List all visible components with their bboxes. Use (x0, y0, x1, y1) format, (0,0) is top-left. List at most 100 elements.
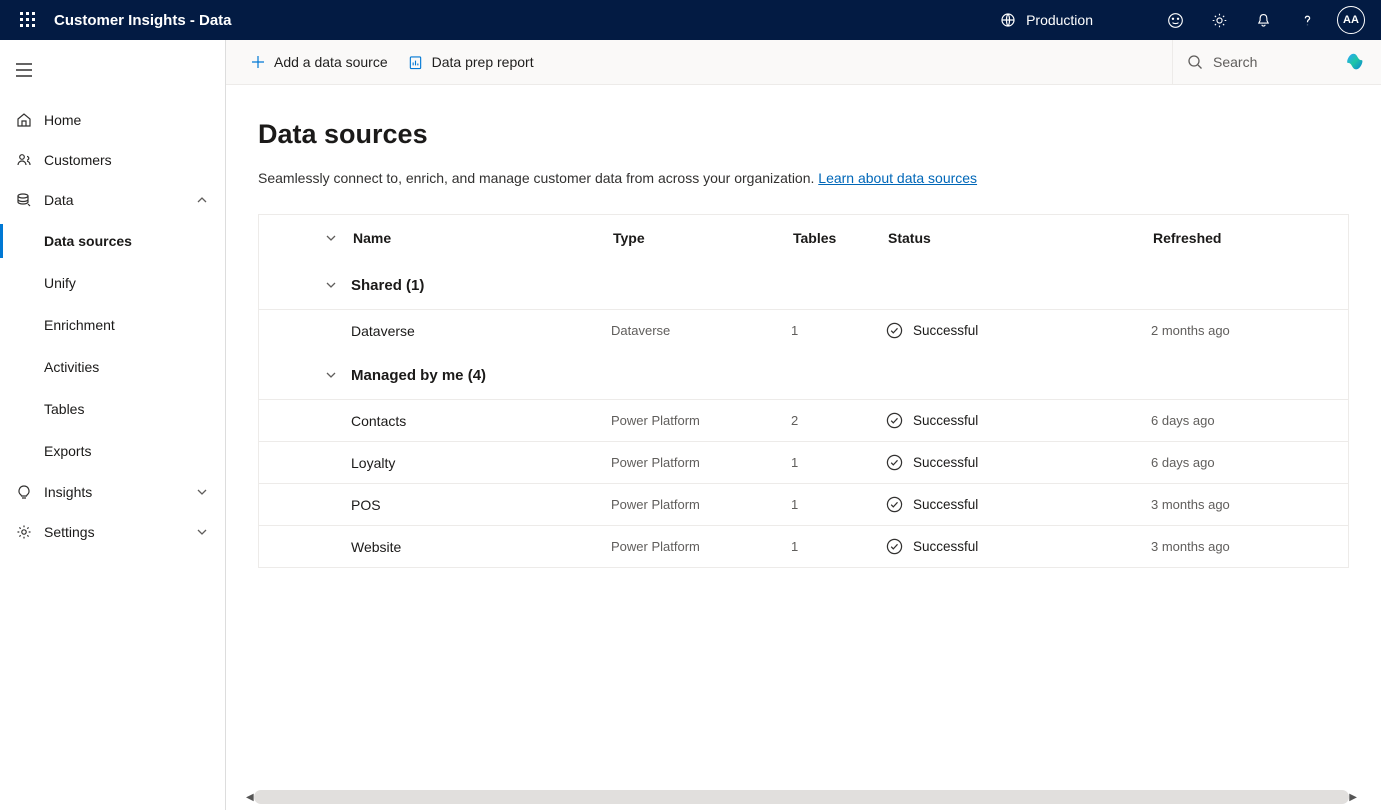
sidebar-subitem-tables[interactable]: Tables (0, 388, 225, 430)
environment-name: Production (1026, 12, 1093, 28)
column-header-tables[interactable]: Tables (791, 230, 886, 246)
scroll-track[interactable] (254, 790, 1350, 804)
column-header-refreshed[interactable]: Refreshed (1151, 230, 1301, 246)
cell-refreshed: 3 months ago (1151, 539, 1301, 554)
status-text: Successful (913, 413, 978, 428)
sidebar-toggle-icon[interactable] (0, 50, 48, 90)
data-icon (16, 192, 32, 208)
cell-type: Power Platform (611, 539, 791, 554)
environment-picker[interactable]: Production (1000, 12, 1093, 28)
user-avatar[interactable]: AA (1337, 6, 1365, 34)
help-icon[interactable] (1285, 0, 1329, 40)
settings-icon[interactable] (1197, 0, 1241, 40)
cell-name: Contacts (351, 413, 611, 429)
cell-name: Dataverse (351, 323, 611, 339)
data-sources-table: Name Type Tables Status Refreshed Shared… (258, 214, 1349, 568)
chevron-down-icon[interactable] (319, 273, 343, 297)
cell-refreshed: 2 months ago (1151, 323, 1301, 338)
home-icon (16, 112, 32, 128)
group-label: Shared (1) (351, 277, 611, 294)
cell-type: Power Platform (611, 497, 791, 512)
environment-icon (1000, 12, 1016, 28)
cell-refreshed: 3 months ago (1151, 497, 1301, 512)
column-header-type[interactable]: Type (611, 230, 791, 246)
chevron-up-icon (195, 193, 209, 207)
sidebar-subitem-data-sources[interactable]: Data sources (0, 220, 225, 262)
learn-link[interactable]: Learn about data sources (818, 170, 977, 186)
sidebar-subitem-exports[interactable]: Exports (0, 430, 225, 472)
description-text: Seamlessly connect to, enrich, and manag… (258, 170, 818, 186)
cell-tables: 1 (791, 323, 886, 338)
table-group-managed[interactable]: Managed by me (4) (259, 351, 1348, 399)
horizontal-scrollbar[interactable]: ◀ ▶ (246, 790, 1357, 804)
data-prep-report-button[interactable]: Data prep report (398, 40, 544, 84)
add-data-source-button[interactable]: Add a data source (240, 40, 398, 84)
table-row[interactable]: POS Power Platform 1 Successful 3 months… (259, 483, 1348, 525)
success-icon (886, 454, 903, 471)
scroll-right-icon[interactable]: ▶ (1349, 792, 1357, 803)
sidebar-item-insights[interactable]: Insights (0, 472, 225, 512)
cell-name: Loyalty (351, 455, 611, 471)
cell-status: Successful (886, 454, 1151, 471)
sidebar-subitem-label: Enrichment (44, 317, 115, 333)
cell-type: Power Platform (611, 413, 791, 428)
status-text: Successful (913, 323, 978, 338)
cell-name: Website (351, 539, 611, 555)
insights-icon (16, 484, 32, 500)
scroll-left-icon[interactable]: ◀ (246, 792, 254, 803)
sidebar-item-home[interactable]: Home (0, 100, 225, 140)
sidebar-item-label: Insights (44, 484, 92, 500)
status-text: Successful (913, 497, 978, 512)
search-box[interactable] (1172, 40, 1367, 84)
notifications-icon[interactable] (1241, 0, 1285, 40)
plus-icon (250, 54, 266, 70)
sidebar-item-customers[interactable]: Customers (0, 140, 225, 180)
success-icon (886, 322, 903, 339)
copilot-icon[interactable] (1347, 51, 1369, 73)
status-text: Successful (913, 455, 978, 470)
gear-icon (16, 524, 32, 540)
sidebar-subitem-enrichment[interactable]: Enrichment (0, 304, 225, 346)
sidebar-subitem-activities[interactable]: Activities (0, 346, 225, 388)
table-header: Name Type Tables Status Refreshed (259, 215, 1348, 261)
content: Add a data source Data prep report Data … (226, 40, 1381, 810)
success-icon (886, 496, 903, 513)
cell-status: Successful (886, 412, 1151, 429)
sidebar-item-label: Customers (44, 152, 112, 168)
cell-status: Successful (886, 496, 1151, 513)
sidebar-item-label: Settings (44, 524, 95, 540)
sidebar-subitem-label: Activities (44, 359, 99, 375)
table-row[interactable]: Contacts Power Platform 2 Successful 6 d… (259, 399, 1348, 441)
cell-status: Successful (886, 322, 1151, 339)
success-icon (886, 538, 903, 555)
report-icon (408, 54, 424, 70)
table-row[interactable]: Loyalty Power Platform 1 Successful 6 da… (259, 441, 1348, 483)
sidebar: Home Customers Data Data sources Unify E… (0, 40, 226, 810)
column-header-name[interactable]: Name (351, 230, 611, 246)
body: Home Customers Data Data sources Unify E… (0, 40, 1381, 810)
table-row[interactable]: Dataverse Dataverse 1 Successful 2 month… (259, 309, 1348, 351)
button-label: Add a data source (274, 54, 388, 70)
group-label: Managed by me (4) (351, 367, 611, 384)
table-row[interactable]: Website Power Platform 1 Successful 3 mo… (259, 525, 1348, 567)
sidebar-subitem-unify[interactable]: Unify (0, 262, 225, 304)
cell-type: Dataverse (611, 323, 791, 338)
column-header-status[interactable]: Status (886, 230, 1151, 246)
cell-refreshed: 6 days ago (1151, 413, 1301, 428)
sidebar-subitem-label: Data sources (44, 233, 132, 249)
cell-status: Successful (886, 538, 1151, 555)
collapse-all-button[interactable] (319, 226, 343, 250)
cell-tables: 1 (791, 539, 886, 554)
chevron-down-icon[interactable] (319, 363, 343, 387)
table-group-shared[interactable]: Shared (1) (259, 261, 1348, 309)
sidebar-item-settings[interactable]: Settings (0, 512, 225, 552)
button-label: Data prep report (432, 54, 534, 70)
sidebar-item-label: Home (44, 112, 81, 128)
cell-tables: 1 (791, 497, 886, 512)
page-title: Data sources (258, 119, 1349, 150)
app-launcher-icon[interactable] (8, 0, 48, 40)
cell-name: POS (351, 497, 611, 513)
cell-tables: 1 (791, 455, 886, 470)
sidebar-item-data[interactable]: Data (0, 180, 225, 220)
feedback-icon[interactable] (1153, 0, 1197, 40)
